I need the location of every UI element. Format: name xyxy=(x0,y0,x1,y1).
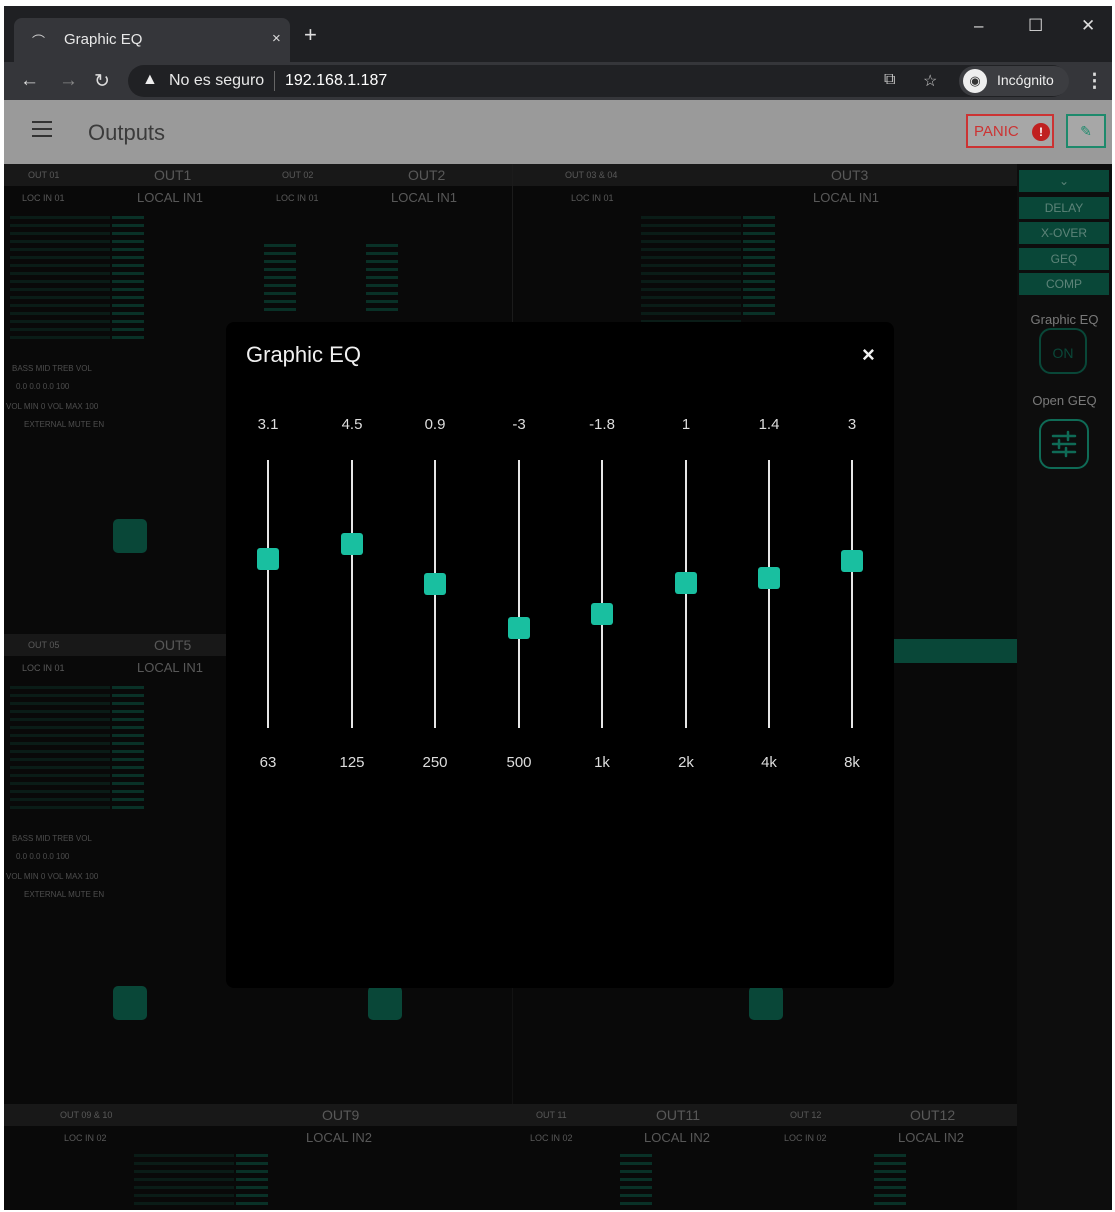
maximize-button[interactable]: ☐ xyxy=(1028,16,1043,36)
url-field[interactable]: ▲ No es seguro 192.168.1.187 ⧉ ☆ xyxy=(128,65,1068,97)
tab-close-icon[interactable]: × xyxy=(272,30,281,47)
new-tab-button[interactable]: + xyxy=(304,24,317,46)
forward-arrow-icon[interactable]: → xyxy=(59,70,78,92)
save-icon[interactable]: ✎ xyxy=(1066,114,1106,148)
divider xyxy=(274,71,275,91)
slider-thumb[interactable] xyxy=(758,567,780,590)
band-frequency-label: 1k xyxy=(594,754,610,771)
slider-track[interactable] xyxy=(601,460,603,728)
band-frequency-label: 2k xyxy=(678,754,694,771)
alert-icon: ! xyxy=(1032,123,1050,141)
slider-track[interactable] xyxy=(851,460,853,728)
slider-thumb[interactable] xyxy=(257,548,279,571)
app-header: Outputs PANIC ! ✎ xyxy=(4,100,1112,164)
band-frequency-label: 63 xyxy=(259,754,277,771)
tab-strip: ⌒ Graphic EQ × + – ☐ ✕ xyxy=(4,6,1112,62)
browser-window: ⌒ Graphic EQ × + – ☐ ✕ ← → ↻ ▲ No es seg… xyxy=(4,6,1112,1210)
eq-band: 0.9 250 xyxy=(405,402,465,782)
minimize-button[interactable]: – xyxy=(974,16,983,36)
close-icon[interactable]: × xyxy=(862,342,875,368)
reload-icon[interactable]: ↻ xyxy=(94,70,110,93)
address-bar: ← → ↻ ▲ No es seguro 192.168.1.187 ⧉ ☆ ◉… xyxy=(4,62,1112,100)
band-gain-value: 1.4 xyxy=(758,416,780,433)
eq-band: 1.4 4k xyxy=(739,402,799,782)
band-gain-value: -1.8 xyxy=(589,416,615,433)
translate-icon[interactable]: ⧉ xyxy=(884,71,895,89)
slider-thumb[interactable] xyxy=(424,572,446,595)
browser-menu-icon[interactable]: ⋮ xyxy=(1085,70,1104,93)
band-gain-value: 0.9 xyxy=(424,416,446,433)
slider-track[interactable] xyxy=(518,460,520,728)
band-frequency-label: 8k xyxy=(844,754,860,771)
slider-thumb[interactable] xyxy=(675,571,697,594)
eq-band: 1 2k xyxy=(656,402,716,782)
band-gain-value: 4.5 xyxy=(341,416,363,433)
band-frequency-label: 125 xyxy=(339,754,365,771)
panic-label: PANIC xyxy=(974,123,1019,140)
slider-track[interactable] xyxy=(685,460,687,728)
band-gain-value: 1 xyxy=(681,416,691,433)
eq-band: -3 500 xyxy=(489,402,549,782)
back-arrow-icon[interactable]: ← xyxy=(20,70,39,92)
eq-band: -1.8 1k xyxy=(572,402,632,782)
graphic-eq-dialog: Graphic EQ × 3.1 63 4.5 125 0.9 250 -3 500 -1.8 1… xyxy=(226,322,894,988)
band-frequency-label: 250 xyxy=(422,754,448,771)
wave-icon: ⌒ xyxy=(32,34,46,49)
tab-title: Graphic EQ xyxy=(64,31,143,48)
slider-track[interactable] xyxy=(351,460,353,728)
band-frequency-label: 4k xyxy=(761,754,777,771)
slider-thumb[interactable] xyxy=(508,616,530,639)
incognito-badge[interactable]: ◉ Incógnito xyxy=(959,66,1069,96)
bookmark-star-icon[interactable]: ☆ xyxy=(923,71,937,91)
slider-track[interactable] xyxy=(267,460,269,728)
url-text[interactable]: 192.168.1.187 xyxy=(285,72,387,90)
security-label[interactable]: No es seguro xyxy=(169,72,264,90)
eq-band: 3.1 63 xyxy=(238,402,298,782)
window-close-button[interactable]: ✕ xyxy=(1081,16,1095,36)
eq-band: 3 8k xyxy=(822,402,882,782)
dialog-title: Graphic EQ xyxy=(246,342,361,367)
slider-thumb[interactable] xyxy=(341,532,363,555)
browser-tab[interactable]: ⌒ Graphic EQ × xyxy=(14,18,290,62)
incognito-icon: ◉ xyxy=(963,69,987,93)
page-title: Outputs xyxy=(88,120,166,145)
panic-button[interactable]: PANIC ! xyxy=(966,114,1054,148)
warning-icon: ▲ xyxy=(142,71,158,88)
hamburger-menu-icon[interactable] xyxy=(32,121,52,137)
band-frequency-label: 500 xyxy=(506,754,532,771)
eq-band: 4.5 125 xyxy=(322,402,382,782)
slider-thumb[interactable] xyxy=(841,549,863,572)
incognito-label: Incógnito xyxy=(997,72,1054,88)
band-gain-value: -3 xyxy=(512,416,526,433)
band-gain-value: 3.1 xyxy=(257,416,279,433)
slider-track[interactable] xyxy=(768,460,770,728)
band-gain-value: 3 xyxy=(847,416,857,433)
slider-thumb[interactable] xyxy=(591,603,613,626)
